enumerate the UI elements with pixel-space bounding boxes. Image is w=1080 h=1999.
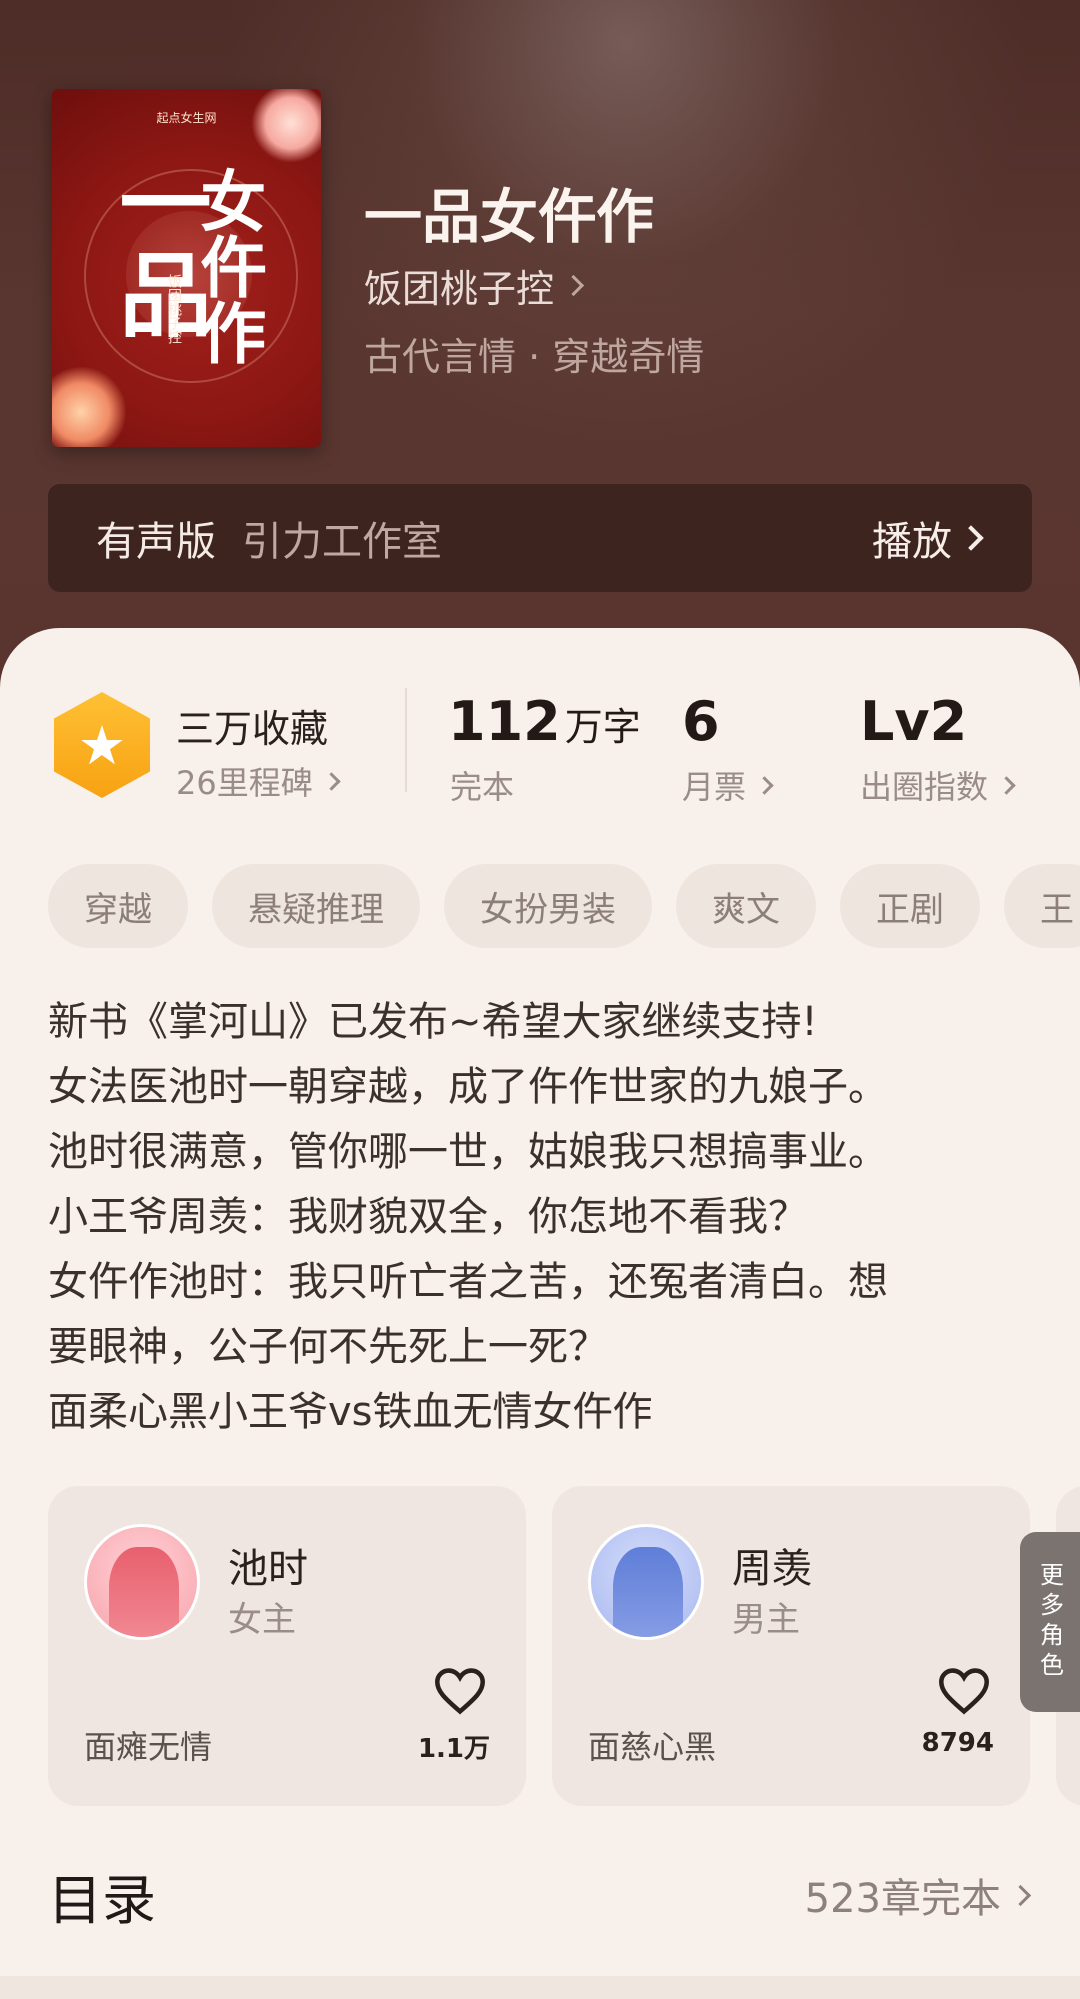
heart-icon[interactable] [936,1666,992,1716]
audio-studio: 引力工作室 [242,519,442,565]
tag-chip[interactable]: 悬疑推理 [212,864,420,948]
description-line: 女仵作池时：我只听亡者之苦，还冤者清白。想 [48,1259,888,1305]
audio-label: 有声版 [96,519,216,565]
cover-flower-top [251,89,321,163]
completion-status: 完本 [450,768,515,806]
word-count: 112 万字 [448,690,641,753]
role-description: 面慈心黑 [588,1728,717,1766]
influence-label: 出圈指数 [860,768,989,806]
milestones-label: 26里程碑 [176,764,313,802]
tag-chip[interactable]: 女扮男装 [444,864,652,948]
cover-title-part2: 女仵作 [189,167,268,365]
description-line: 女法医池时一朝穿越，成了仵作世家的九娘子。 [48,1064,888,1110]
role-type: 女主 [228,1600,296,1640]
book-description[interactable]: 新书《掌河山》已发布~希望大家继续支持! 女法医池时一朝穿越，成了仵作世家的九娘… [48,990,1028,1445]
description-line: 新书《掌河山》已发布~希望大家继续支持! [48,999,818,1045]
word-count-unit: 万字 [564,705,641,749]
role-description: 面瘫无情 [84,1728,213,1766]
like-count: 1.1万 [417,1734,490,1764]
book-genre: 古代言情 · 穿越奇情 [364,335,705,379]
book-cover[interactable]: 起点女生网 一品 女仵作 饭团桃子控 [52,89,321,447]
star-badge-icon: ★ [54,692,150,798]
tag-chip[interactable]: 爽文 [676,864,816,948]
description-line: 池时很满意，管你哪一世，姑娘我只想搞事业。 [48,1129,888,1175]
word-count-number: 112 [448,690,561,753]
monthly-votes-count: 6 [682,690,720,753]
monthly-votes-label: 月票 [682,768,747,806]
book-header: 起点女生网 一品 女仵作 饭团桃子控 一品女仵作 饭团桃子控 古代言情 · 穿越… [0,0,1080,700]
role-name: 周羡 [732,1546,812,1592]
cover-flower-bottom [52,367,126,447]
tag-chip[interactable]: 王 [1004,864,1080,948]
more-roles-button[interactable]: 更多角色 [1020,1532,1080,1712]
author-name: 饭团桃子控 [364,267,555,311]
avatar-silhouette [613,1547,683,1637]
toc-summary: 523章完本 [804,1876,1001,1922]
cover-publisher-logo: 起点女生网 [156,111,217,125]
chevron-right-icon [562,274,585,297]
stats-divider [405,688,407,792]
like-count: 8794 [921,1728,994,1758]
author-link[interactable]: 饭团桃子控 [364,258,585,313]
book-title: 一品女仵作 [364,183,655,251]
tag-list: 穿越 悬疑推理 女扮男装 爽文 正剧 王 [48,864,1080,948]
chevron-right-icon [755,775,774,795]
monthly-votes-link[interactable]: 月票 [682,762,774,808]
cover-author: 饭团桃子控 [166,274,182,344]
tag-chip[interactable]: 穿越 [48,864,188,948]
avatar [588,1524,704,1640]
audio-version-bar[interactable]: 有声版 引力工作室 播放 [48,484,1032,592]
avatar-silhouette [109,1547,179,1637]
description-line: 要眼神，公子何不先死上一死？ [48,1324,608,1370]
book-detail-card: ★ 三万收藏 26里程碑 112 万字 完本 6 月票 Lv2 出圈指数 穿越 悬… [0,628,1080,1999]
milestones-link[interactable]: 26里程碑 [176,758,341,804]
description-line: 面柔心黑小王爷vs铁血无情女仵作 [48,1389,653,1435]
description-line: 小王爷周羡：我财貌双全，你怎地不看我？ [48,1194,808,1240]
toc-title: 目录 [48,1869,156,1932]
chevron-right-icon [997,775,1016,795]
stats-row: ★ 三万收藏 26里程碑 112 万字 完本 6 月票 Lv2 出圈指数 [0,628,1080,828]
avatar [84,1524,200,1640]
chevron-right-icon [958,525,984,551]
toc-link[interactable]: 523章完本 [804,1866,1032,1924]
influence-level: Lv2 [860,690,968,753]
play-button[interactable]: 播放 [872,484,984,592]
play-label: 播放 [872,519,952,565]
chevron-right-icon [1009,1884,1032,1906]
section-divider [0,1976,1080,1999]
chevron-right-icon [322,771,341,791]
favorites-count: 三万收藏 [176,707,329,751]
role-name: 池时 [228,1546,308,1592]
role-card-female-lead[interactable]: 池时 女主 面瘫无情 1.1万 [48,1486,526,1806]
role-card-male-lead[interactable]: 周羡 男主 面慈心黑 8794 [552,1486,1030,1806]
role-type: 男主 [732,1600,800,1640]
heart-icon[interactable] [432,1666,488,1716]
influence-link[interactable]: 出圈指数 [860,762,1016,808]
tag-chip[interactable]: 正剧 [840,864,980,948]
